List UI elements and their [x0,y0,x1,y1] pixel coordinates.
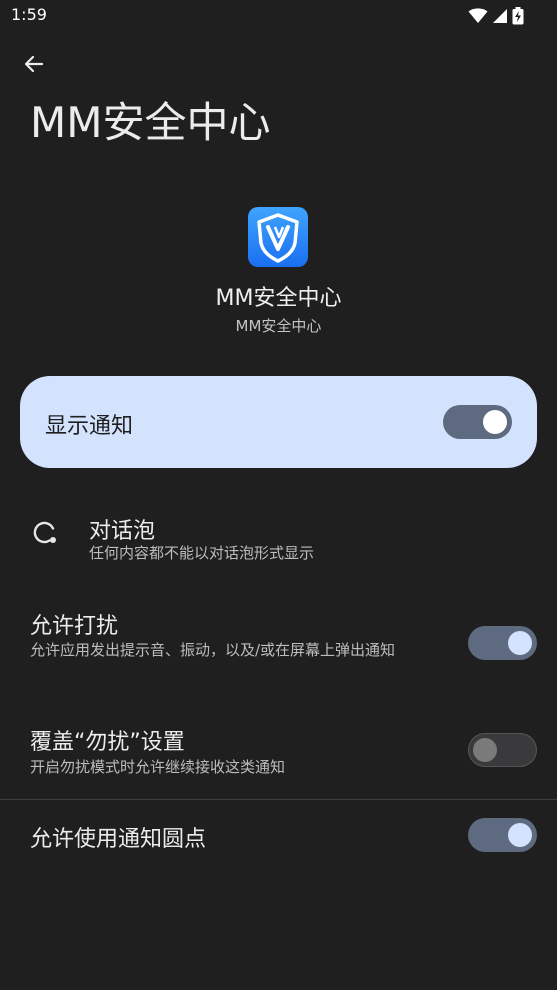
bubbles-setting-row[interactable]: 对话泡 任何内容都不能以对话泡形式显示 [0,505,557,575]
override-dnd-title: 覆盖“勿扰”设置 [30,730,185,755]
toggle-knob [483,410,507,434]
status-bar: 1:59 [0,0,557,30]
back-button[interactable] [14,44,54,84]
bubble-icon [33,521,56,544]
show-notifications-toggle[interactable] [443,405,512,439]
override-dnd-toggle[interactable] [468,733,537,767]
allow-interruptions-subtitle: 允许应用发出提示音、振动，以及/或在屏幕上弹出通知 [30,641,396,659]
app-name: MM安全中心 [215,286,342,311]
override-dnd-subtitle: 开启勿扰模式时允许继续接收这类通知 [30,758,286,776]
toggle-knob [508,631,532,655]
cell-signal-icon [493,9,507,23]
status-time: 1:59 [11,5,47,24]
toggle-knob [508,823,532,847]
app-package-label: MM安全中心 [235,317,322,335]
allow-interruptions-title: 允许打扰 [30,614,119,639]
show-notifications-label: 显示通知 [45,414,134,439]
allow-interruptions-row[interactable]: 允许打扰 允许应用发出提示音、振动，以及/或在屏幕上弹出通知 [0,604,557,684]
arrow-back-icon [24,55,44,73]
toggle-knob [473,738,497,762]
bubbles-title: 对话泡 [89,519,156,544]
mm-security-shield-icon [248,207,308,267]
notification-dot-row[interactable]: 允许使用通知圆点 [0,808,557,864]
status-icons [468,7,524,25]
notification-dot-toggle[interactable] [468,818,537,852]
show-notifications-card[interactable]: 显示通知 [20,376,537,468]
bubbles-subtitle: 任何内容都不能以对话泡形式显示 [89,544,315,562]
notification-dot-title: 允许使用通知圆点 [30,827,207,852]
override-dnd-row[interactable]: 覆盖“勿扰”设置 开启勿扰模式时允许继续接收这类通知 [0,720,557,786]
allow-interruptions-toggle[interactable] [468,626,537,660]
wifi-icon [468,8,488,23]
section-divider [0,799,557,800]
battery-charging-icon [512,7,524,25]
page-title: MM安全中心 [30,98,271,147]
